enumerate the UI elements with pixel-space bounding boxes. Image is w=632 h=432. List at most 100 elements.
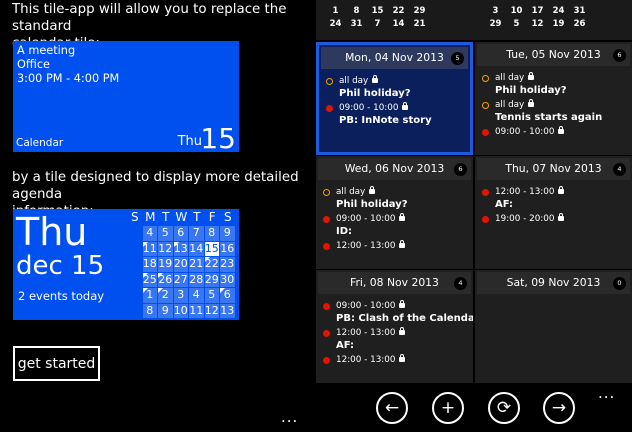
month-strip-day: 19 (552, 19, 565, 29)
mini-calendar-week: 456789 (127, 226, 236, 241)
mini-calendar-day: 6 (220, 288, 235, 303)
refresh-icon[interactable]: ⟳ (488, 392, 520, 424)
day-cell[interactable]: Tue, 05 Nov 2013 6 all day Phil holiday? all… (475, 42, 632, 155)
lock-icon (372, 75, 379, 83)
agenda-event-count: 2 events today (18, 289, 105, 303)
day-cell[interactable]: Thu, 07 Nov 2013 4 12:00 - 13:00 AF: 19:00 -… (475, 156, 632, 269)
lock-icon (399, 300, 406, 308)
mini-calendar-day: 12 (204, 303, 219, 318)
day-cell[interactable]: Sat, 09 Nov 2013 0 (475, 270, 632, 383)
day-header: Sat, 09 Nov 2013 0 (477, 272, 630, 294)
mini-calendar-week: 11 12 13 14 15 16 (127, 241, 236, 257)
event-count-badge: 4 (454, 277, 467, 290)
mini-calendar-day (127, 273, 142, 288)
day-header: Tue, 05 Nov 2013 6 (477, 44, 630, 66)
mini-calendar-day: 6 (173, 226, 188, 241)
standard-calendar-tile: A meeting Office 3:00 PM - 4:00 PM Calen… (13, 41, 239, 155)
lock-icon (399, 327, 406, 335)
lock-icon (399, 213, 406, 221)
tile-weekday: Thu (177, 134, 202, 149)
forward-arrow-icon[interactable]: → (543, 392, 575, 424)
event-time: all day (495, 100, 525, 110)
mini-calendar-week: 18 19 20 21 22 23 (127, 257, 236, 272)
mini-calendar-day: 4 (189, 288, 204, 303)
event-time: 09:00 - 10:00 (336, 214, 396, 224)
timed-event-dot-icon (482, 129, 489, 136)
lock-icon (402, 102, 409, 110)
event-item[interactable]: 09:00 - 10:00 (319, 102, 470, 114)
agenda-week-screen: 1 8 15 22 29 24 31 7 14 21 3 10 17 24 31 29 5 12 19 26 M… (316, 0, 632, 432)
event-item[interactable]: 12:00 - 13:00 (316, 327, 473, 339)
back-arrow-icon[interactable]: ← (376, 392, 408, 424)
month-strip-day: 17 (531, 6, 544, 16)
app-bar-more-dots[interactable]: ... (598, 384, 615, 402)
month-strip-day: 5 (513, 19, 520, 29)
mini-calendar-weekday: T (193, 210, 201, 224)
event-item[interactable]: 12:00 - 13:00 (316, 240, 473, 252)
event-time: all day (336, 187, 366, 197)
mini-calendar-day: 27 (173, 272, 188, 287)
mini-calendar-day (127, 242, 142, 257)
lock-icon (399, 354, 406, 362)
day-cell[interactable]: Mon, 04 Nov 2013 5 all day Phil holiday? 09:… (316, 42, 473, 155)
lock-icon (528, 72, 535, 80)
event-item[interactable]: 09:00 - 10:00 (475, 126, 632, 138)
mini-calendar-day: 28 (189, 272, 204, 287)
day-title: Fri, 08 Nov 2013 (350, 276, 439, 289)
mini-calendar-day: 21 (189, 257, 204, 272)
mini-calendar-day: 9 (220, 226, 235, 241)
lock-icon (399, 240, 406, 248)
mini-calendar-day: 29 (204, 272, 219, 287)
day-title: Thu, 07 Nov 2013 (505, 162, 602, 175)
month-strip-day: 22 (392, 6, 405, 16)
mini-calendar-weekday: F (208, 210, 216, 224)
add-icon[interactable]: + (432, 392, 464, 424)
timed-event-dot-icon (323, 357, 330, 364)
month-strip-day: 8 (353, 6, 360, 16)
event-time: 12:00 - 13:00 (336, 241, 396, 251)
month-strip-day: 29 (413, 6, 426, 16)
app-bar: ← + ⟳ → ... (316, 384, 632, 432)
mini-calendar-day (127, 257, 142, 272)
event-item[interactable]: 09:00 - 10:00 (316, 213, 473, 225)
event-title: Phil holiday? (339, 88, 411, 99)
event-item[interactable]: all day (319, 75, 470, 87)
month-strip-day: 21 (413, 19, 426, 29)
get-started-button[interactable]: get started (13, 346, 100, 381)
event-item[interactable]: 12:00 - 13:00 (475, 186, 632, 198)
event-time: 12:00 - 13:00 (336, 328, 396, 338)
lock-icon (558, 186, 565, 194)
day-title: Mon, 04 Nov 2013 (345, 51, 444, 64)
event-item[interactable]: 12:00 - 13:00 (316, 354, 473, 366)
tile-calendar-label: Calendar (16, 137, 64, 149)
mini-calendar-day: 16 (220, 241, 235, 256)
event-count-badge: 4 (613, 163, 626, 176)
event-item[interactable]: all day (475, 99, 632, 111)
day-cell[interactable]: Fri, 08 Nov 2013 4 09:00 - 10:00 PB: Clash … (316, 270, 473, 383)
timed-event-dot-icon (326, 105, 333, 112)
more-menu-dots[interactable]: ... (281, 408, 298, 426)
lock-icon (558, 126, 565, 134)
mini-calendar-day (127, 288, 142, 303)
day-title: Sat, 09 Nov 2013 (506, 276, 601, 289)
event-item[interactable]: 19:00 - 20:00 (475, 213, 632, 225)
month-strip-day: 3 (492, 6, 499, 16)
month-strip-day: 24 (329, 19, 342, 29)
event-title: Phil holiday? (495, 85, 567, 96)
agenda-tile: Thu dec 15 2 events today SMTWTFS 456789… (13, 209, 239, 320)
mini-calendar-day: 5 (204, 288, 219, 303)
month-strip: 1 8 15 22 29 24 31 7 14 21 3 10 17 24 31 29 5 12 19 26 (316, 0, 632, 40)
month-strip-day: 1 (332, 6, 339, 16)
event-title (316, 366, 473, 381)
event-item[interactable]: 09:00 - 10:00 (316, 300, 473, 312)
event-item[interactable]: all day (316, 186, 473, 198)
mini-calendar-day: 26 (158, 272, 173, 287)
event-item[interactable]: all day (475, 72, 632, 84)
event-title (475, 225, 632, 240)
day-cell[interactable]: Wed, 06 Nov 2013 6 all day Phil holiday? 09:… (316, 156, 473, 269)
event-title: Tennis starts again (495, 112, 603, 123)
mini-calendar-header: SMTWTFS (127, 210, 236, 225)
agenda-date: dec 15 (16, 251, 105, 281)
day-title: Tue, 05 Nov 2013 (506, 48, 601, 61)
day-header: Thu, 07 Nov 2013 4 (477, 158, 630, 180)
